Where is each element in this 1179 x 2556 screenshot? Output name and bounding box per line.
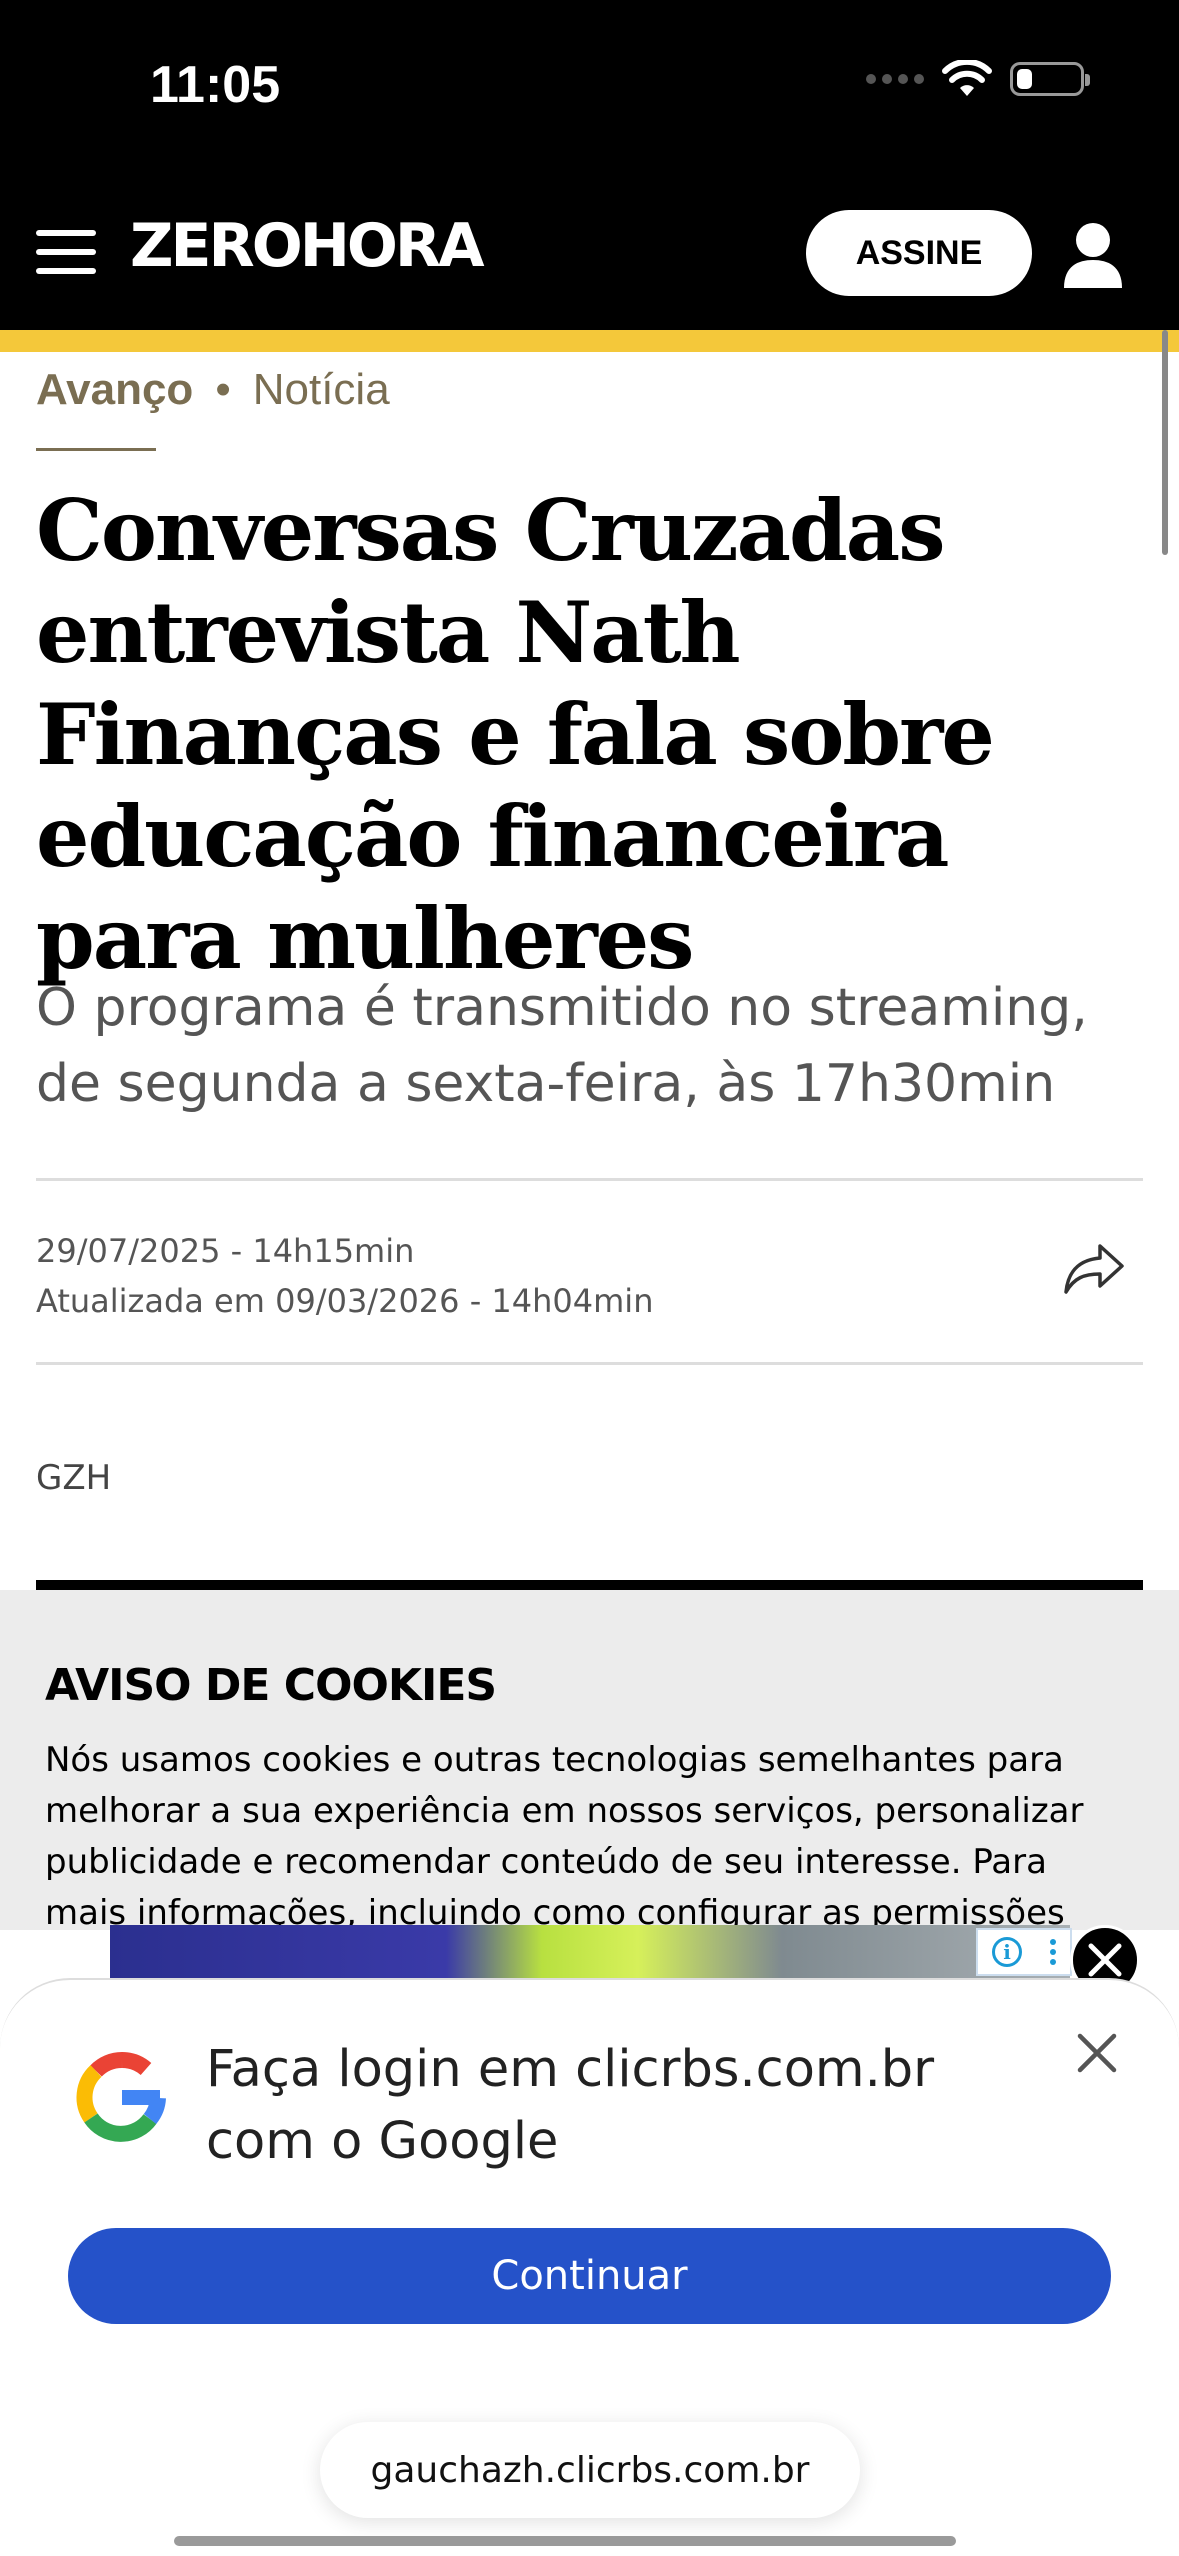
ad-options-icon[interactable] bbox=[1050, 1939, 1056, 1965]
signin-title: Faça login em clicrbs.com.br com o Googl… bbox=[206, 2040, 935, 2171]
ad-choices-badge[interactable]: i bbox=[976, 1928, 1072, 1976]
site-logo[interactable]: ZEROHORA bbox=[130, 211, 485, 281]
kicker-underline bbox=[36, 448, 156, 451]
menu-icon[interactable] bbox=[36, 230, 96, 274]
page-scrollbar[interactable] bbox=[1162, 330, 1168, 555]
status-icons bbox=[866, 60, 1090, 98]
browser-url-bar[interactable]: gauchazh.clicrbs.com.br bbox=[320, 2422, 860, 2518]
divider bbox=[36, 1362, 1143, 1365]
battery-icon bbox=[1010, 62, 1090, 96]
home-indicator[interactable] bbox=[174, 2536, 956, 2546]
share-icon[interactable] bbox=[1060, 1238, 1128, 1298]
status-bar: 11:05 bbox=[0, 0, 1179, 175]
close-icon[interactable] bbox=[1072, 2028, 1122, 2078]
status-time: 11:05 bbox=[150, 56, 281, 114]
article-type: Notícia bbox=[252, 365, 390, 414]
kicker-separator: • bbox=[215, 365, 231, 414]
battery-level bbox=[1017, 69, 1032, 89]
article-dates: 29/07/2025 - 14h15min Atualizada em 09/0… bbox=[36, 1226, 653, 1326]
wifi-icon bbox=[942, 60, 992, 96]
google-logo-icon bbox=[76, 2051, 166, 2142]
section-link[interactable]: Avanço bbox=[36, 365, 193, 414]
continue-button[interactable]: Continuar bbox=[68, 2228, 1111, 2324]
article-author: GZH bbox=[36, 1458, 112, 1498]
published-date: 29/07/2025 - 14h15min bbox=[36, 1232, 415, 1270]
ad-info-icon[interactable]: i bbox=[992, 1937, 1022, 1967]
subscribe-button[interactable]: ASSINE bbox=[806, 210, 1032, 296]
article-headline: Conversas Cruzadas entrevista Nath Finan… bbox=[36, 481, 995, 988]
cellular-signal-icon bbox=[866, 74, 924, 84]
ad-banner[interactable] bbox=[110, 1925, 1070, 1985]
article-kicker: Avanço • Notícia bbox=[36, 365, 390, 415]
cookie-notice: AVISO DE COOKIES Nós usamos cookies e ou… bbox=[0, 1590, 1179, 1930]
site-header: ZEROHORA ASSINE bbox=[0, 175, 1179, 330]
google-signin-sheet: Faça login em clicrbs.com.br com o Googl… bbox=[0, 1978, 1179, 2556]
cookie-title: AVISO DE COOKIES bbox=[45, 1660, 497, 1711]
updated-date: Atualizada em 09/03/2026 - 14h04min bbox=[36, 1282, 654, 1320]
article-subtitle: O programa é transmitido no streaming, d… bbox=[36, 978, 1088, 1114]
user-account-icon[interactable] bbox=[1060, 220, 1126, 290]
content-rule bbox=[36, 1580, 1143, 1590]
header-accent-strip bbox=[0, 330, 1179, 352]
divider bbox=[36, 1178, 1143, 1181]
cookie-text: Nós usamos cookies e outras tecnologias … bbox=[45, 1740, 1084, 1930]
